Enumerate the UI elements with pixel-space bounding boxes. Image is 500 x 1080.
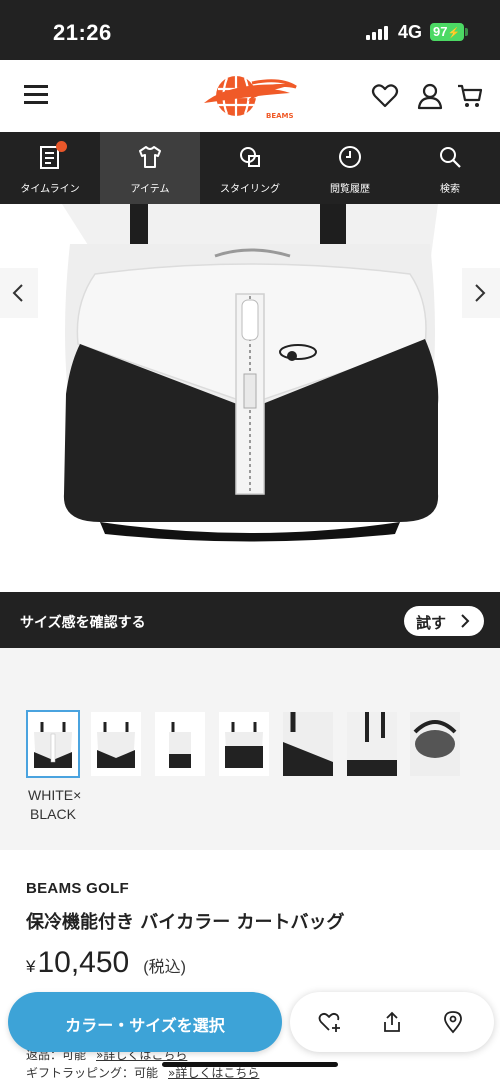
gift-wrapping-link[interactable]: »詳しくはこちら xyxy=(168,1066,259,1080)
nav-tab-timeline[interactable]: タイムライン xyxy=(0,132,100,204)
store-location-pin-icon[interactable] xyxy=(441,1010,465,1034)
nav-label-timeline: タイムライン xyxy=(20,184,80,195)
status-bar: 21:26 4G 97⚡ xyxy=(0,0,500,60)
nav-label-item: アイテム xyxy=(130,184,170,195)
try-on-button[interactable]: 試す xyxy=(404,606,484,636)
price-value: 10,450 xyxy=(37,946,130,979)
home-indicator xyxy=(162,1062,338,1067)
nav-tab-item[interactable]: アイテム xyxy=(100,132,200,204)
size-check-text: サイズ感を確認する xyxy=(20,615,146,631)
product-thumbnail[interactable] xyxy=(410,712,460,776)
category-nav: タイムライン アイテム スタイリング 閲覧履歴 検索 xyxy=(0,132,500,204)
nav-label-history: 閲覧履歴 xyxy=(330,184,370,195)
chevron-right-icon xyxy=(475,284,486,302)
item-shirt-icon xyxy=(139,146,161,168)
account-user-icon[interactable] xyxy=(416,82,444,110)
color-thumbnail[interactable] xyxy=(26,710,80,778)
signal-icon xyxy=(366,26,390,40)
product-title: 保冷機能付き バイカラー カートバッグ xyxy=(26,912,345,933)
image-next-arrow[interactable] xyxy=(462,268,500,318)
product-thumbnail[interactable] xyxy=(91,712,141,776)
battery-level: 97 xyxy=(433,24,448,39)
product-price: ¥10,450 (税込) xyxy=(26,946,186,980)
select-color-size-label: カラー・サイズを選択 xyxy=(65,1016,225,1035)
network-type: 4G xyxy=(398,22,423,42)
select-color-size-button[interactable]: カラー・サイズを選択 xyxy=(8,992,282,1052)
color-name-line2: BLACK xyxy=(30,806,76,822)
app-header: BEAMS xyxy=(0,60,500,132)
battery-icon: 97⚡ xyxy=(430,23,464,41)
battery-tip xyxy=(465,28,468,36)
tax-note: (税込) xyxy=(143,959,186,976)
chevron-left-icon xyxy=(12,284,23,302)
cart-icon[interactable] xyxy=(456,82,484,110)
favorite-heart-icon[interactable] xyxy=(371,82,399,110)
product-thumbnail[interactable] xyxy=(155,712,205,776)
product-brand[interactable]: BEAMS GOLF xyxy=(26,880,129,897)
share-icon[interactable] xyxy=(380,1010,404,1034)
currency-symbol: ¥ xyxy=(26,957,36,976)
image-prev-arrow[interactable] xyxy=(0,268,38,318)
search-icon xyxy=(440,147,461,168)
logo-text: BEAMS xyxy=(266,112,294,120)
nav-label-search: 検索 xyxy=(440,184,460,195)
nav-tab-search[interactable]: 検索 xyxy=(400,132,500,204)
action-buttons-group xyxy=(290,992,494,1052)
nav-label-styling: スタイリング xyxy=(220,184,280,195)
product-main-image[interactable] xyxy=(0,204,500,592)
color-name-line1: WHITE× xyxy=(28,787,82,803)
notification-badge xyxy=(56,141,67,152)
nav-tab-styling[interactable]: スタイリング xyxy=(200,132,300,204)
product-thumbnail[interactable] xyxy=(283,712,333,776)
add-favorite-heart-icon[interactable] xyxy=(318,1010,342,1034)
product-thumbnail[interactable] xyxy=(219,712,269,776)
selected-color-name: WHITE× BLACK xyxy=(28,786,81,824)
nav-tab-history[interactable]: 閲覧履歴 xyxy=(300,132,400,204)
history-clock-icon xyxy=(339,146,361,168)
gift-wrapping-label: ギフトラッピング：可能 xyxy=(26,1066,159,1080)
beams-logo[interactable]: BEAMS xyxy=(200,71,300,123)
status-time: 21:26 xyxy=(53,20,112,45)
styling-icon xyxy=(240,147,260,167)
hamburger-menu-icon[interactable] xyxy=(24,85,48,105)
chevron-right-icon xyxy=(461,614,470,628)
try-on-label: 試す xyxy=(416,614,447,632)
product-thumbnail[interactable] xyxy=(347,712,397,776)
